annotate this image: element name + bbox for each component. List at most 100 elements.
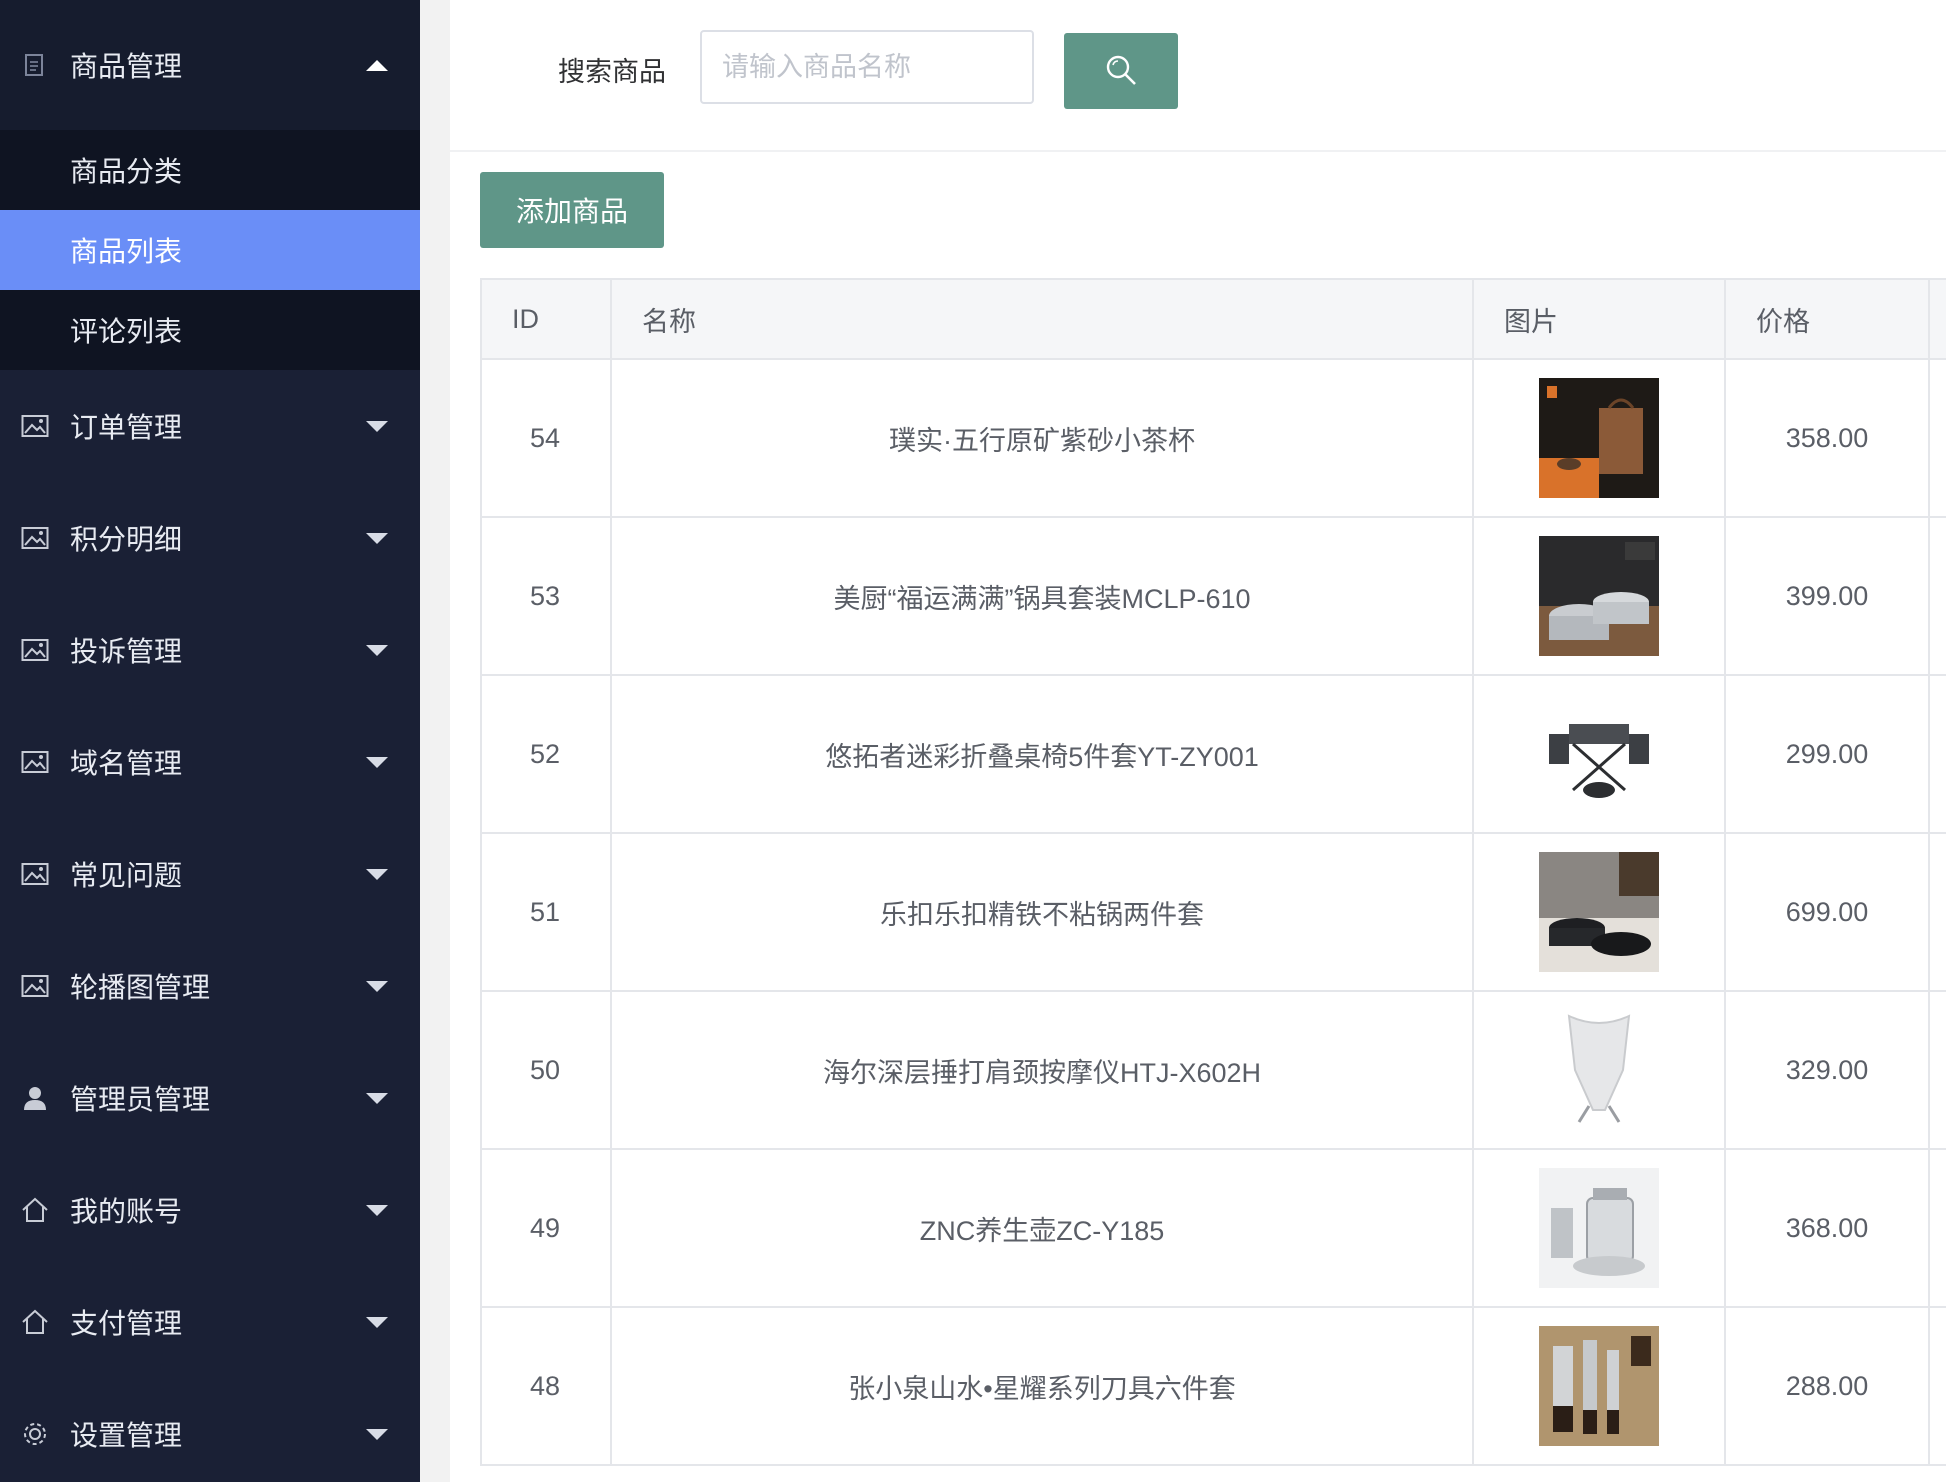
menu-complaint-management[interactable]: 投诉管理	[0, 594, 420, 706]
image-icon	[20, 971, 50, 1001]
image-icon	[20, 747, 50, 777]
row-image-cell	[1474, 360, 1726, 518]
menu-label: 支付管理	[70, 1308, 183, 1339]
menu-my-account[interactable]: 我的账号	[0, 1154, 420, 1266]
sidebar-item-comment-list[interactable]: 评论列表	[0, 290, 420, 370]
product-thumbnail	[1539, 1326, 1659, 1446]
row-more	[1930, 1308, 1946, 1466]
chevron-down-icon	[366, 644, 388, 656]
menu-label: 域名管理	[70, 748, 183, 779]
row-price: 288.00	[1726, 1308, 1930, 1466]
row-more	[1930, 676, 1946, 834]
menu-label: 商品管理	[70, 51, 183, 82]
row-name: 美厨“福运满满”锅具套装MCLP-610	[612, 518, 1474, 676]
row-id: 53	[482, 518, 612, 676]
menu-order-management[interactable]: 订单管理	[0, 370, 420, 482]
table-row[interactable]: 49 ZNC养生壶ZC-Y185 368.00	[482, 1150, 1946, 1308]
sidebar-item-product-category[interactable]: 商品分类	[0, 130, 420, 210]
product-thumbnail	[1539, 1168, 1659, 1288]
search-input[interactable]	[700, 30, 1034, 104]
menu-payment-management[interactable]: 支付管理	[0, 1266, 420, 1378]
user-icon	[20, 1083, 50, 1113]
submenu-product: 商品分类 商品列表 评论列表	[0, 130, 420, 370]
row-image-cell	[1474, 518, 1726, 676]
table-row[interactable]: 53 美厨“福运满满”锅具套装MCLP-610 399.00	[482, 518, 1946, 676]
menu-product-management[interactable]: 商品管理	[0, 0, 420, 130]
table-row[interactable]: 48 张小泉山水•星耀系列刀具六件套 288.00	[482, 1308, 1946, 1466]
chevron-down-icon	[366, 980, 388, 992]
chevron-down-icon	[366, 868, 388, 880]
search-bar: 搜索商品	[450, 0, 1946, 152]
row-image-cell	[1474, 834, 1726, 992]
product-thumbnail	[1539, 1010, 1659, 1130]
table-header: ID 名称 图片 价格	[482, 280, 1946, 360]
table-row[interactable]: 51 乐扣乐扣精铁不粘锅两件套 699.00	[482, 834, 1946, 992]
column-header-more	[1930, 280, 1946, 360]
product-thumbnail	[1539, 536, 1659, 656]
table-row[interactable]: 54 璞实·五行原矿紫砂小茶杯 358.00	[482, 360, 1946, 518]
chevron-up-icon	[366, 59, 388, 71]
menu-label: 积分明细	[70, 524, 183, 555]
row-id: 49	[482, 1150, 612, 1308]
menu-label: 投诉管理	[70, 636, 183, 667]
home-icon	[20, 1307, 50, 1337]
main-content: 搜索商品 添加商品 ID 名称 图片 价格 54 璞实·五行原矿紫砂小茶杯	[450, 0, 1946, 1482]
chevron-down-icon	[366, 420, 388, 432]
product-table: ID 名称 图片 价格 54 璞实·五行原矿紫砂小茶杯 358.00 53 美厨…	[480, 278, 1946, 1466]
row-image-cell	[1474, 992, 1726, 1150]
menu-label: 管理员管理	[70, 1084, 211, 1115]
product-thumbnail	[1539, 852, 1659, 972]
chevron-down-icon	[366, 756, 388, 768]
chevron-down-icon	[366, 1092, 388, 1104]
menu-faq[interactable]: 常见问题	[0, 818, 420, 930]
row-image-cell	[1474, 1150, 1726, 1308]
menu-label: 常见问题	[70, 860, 183, 891]
add-product-button[interactable]: 添加商品	[480, 172, 664, 248]
menu-carousel-management[interactable]: 轮播图管理	[0, 930, 420, 1042]
menu-points-detail[interactable]: 积分明细	[0, 482, 420, 594]
sidebar: 商品管理 商品分类 商品列表 评论列表 订单管理 积分明细 投诉管理 域名管理 …	[0, 0, 420, 1482]
row-id: 50	[482, 992, 612, 1150]
row-more	[1930, 834, 1946, 992]
image-icon	[20, 411, 50, 441]
row-id: 51	[482, 834, 612, 992]
row-price: 368.00	[1726, 1150, 1930, 1308]
menu-group-product: 商品管理 商品分类 商品列表 评论列表	[0, 0, 420, 370]
product-thumbnail	[1539, 694, 1659, 814]
image-icon	[20, 635, 50, 665]
column-header-name: 名称	[612, 280, 1474, 360]
table-row[interactable]: 50 海尔深层捶打肩颈按摩仪HTJ-X602H 329.00	[482, 992, 1946, 1150]
gear-icon	[20, 1419, 50, 1449]
menu-domain-management[interactable]: 域名管理	[0, 706, 420, 818]
row-more	[1930, 518, 1946, 676]
row-price: 358.00	[1726, 360, 1930, 518]
chevron-down-icon	[366, 1204, 388, 1216]
row-price: 699.00	[1726, 834, 1930, 992]
row-more	[1930, 992, 1946, 1150]
row-more	[1930, 360, 1946, 518]
search-button[interactable]	[1064, 33, 1178, 109]
chevron-down-icon	[366, 1428, 388, 1440]
chevron-down-icon	[366, 1316, 388, 1328]
row-id: 48	[482, 1308, 612, 1466]
menu-admin-management[interactable]: 管理员管理	[0, 1042, 420, 1154]
menu-label: 订单管理	[70, 412, 183, 443]
row-image-cell	[1474, 1308, 1726, 1466]
row-image-cell	[1474, 676, 1726, 834]
table-row[interactable]: 52 悠拓者迷彩折叠桌椅5件套YT-ZY001 299.00	[482, 676, 1946, 834]
row-name: 乐扣乐扣精铁不粘锅两件套	[612, 834, 1474, 992]
menu-settings-management[interactable]: 设置管理	[0, 1378, 420, 1482]
row-name: 张小泉山水•星耀系列刀具六件套	[612, 1308, 1474, 1466]
row-id: 54	[482, 360, 612, 518]
home-icon	[20, 1195, 50, 1225]
column-header-image: 图片	[1474, 280, 1726, 360]
row-price: 329.00	[1726, 992, 1930, 1150]
menu-label: 设置管理	[70, 1420, 183, 1451]
row-name: ZNC养生壶ZC-Y185	[612, 1150, 1474, 1308]
search-icon	[1104, 53, 1138, 90]
row-price: 399.00	[1726, 518, 1930, 676]
image-icon	[20, 523, 50, 553]
sidebar-item-product-list[interactable]: 商品列表	[0, 210, 420, 290]
menu-label: 轮播图管理	[70, 972, 211, 1003]
row-price: 299.00	[1726, 676, 1930, 834]
